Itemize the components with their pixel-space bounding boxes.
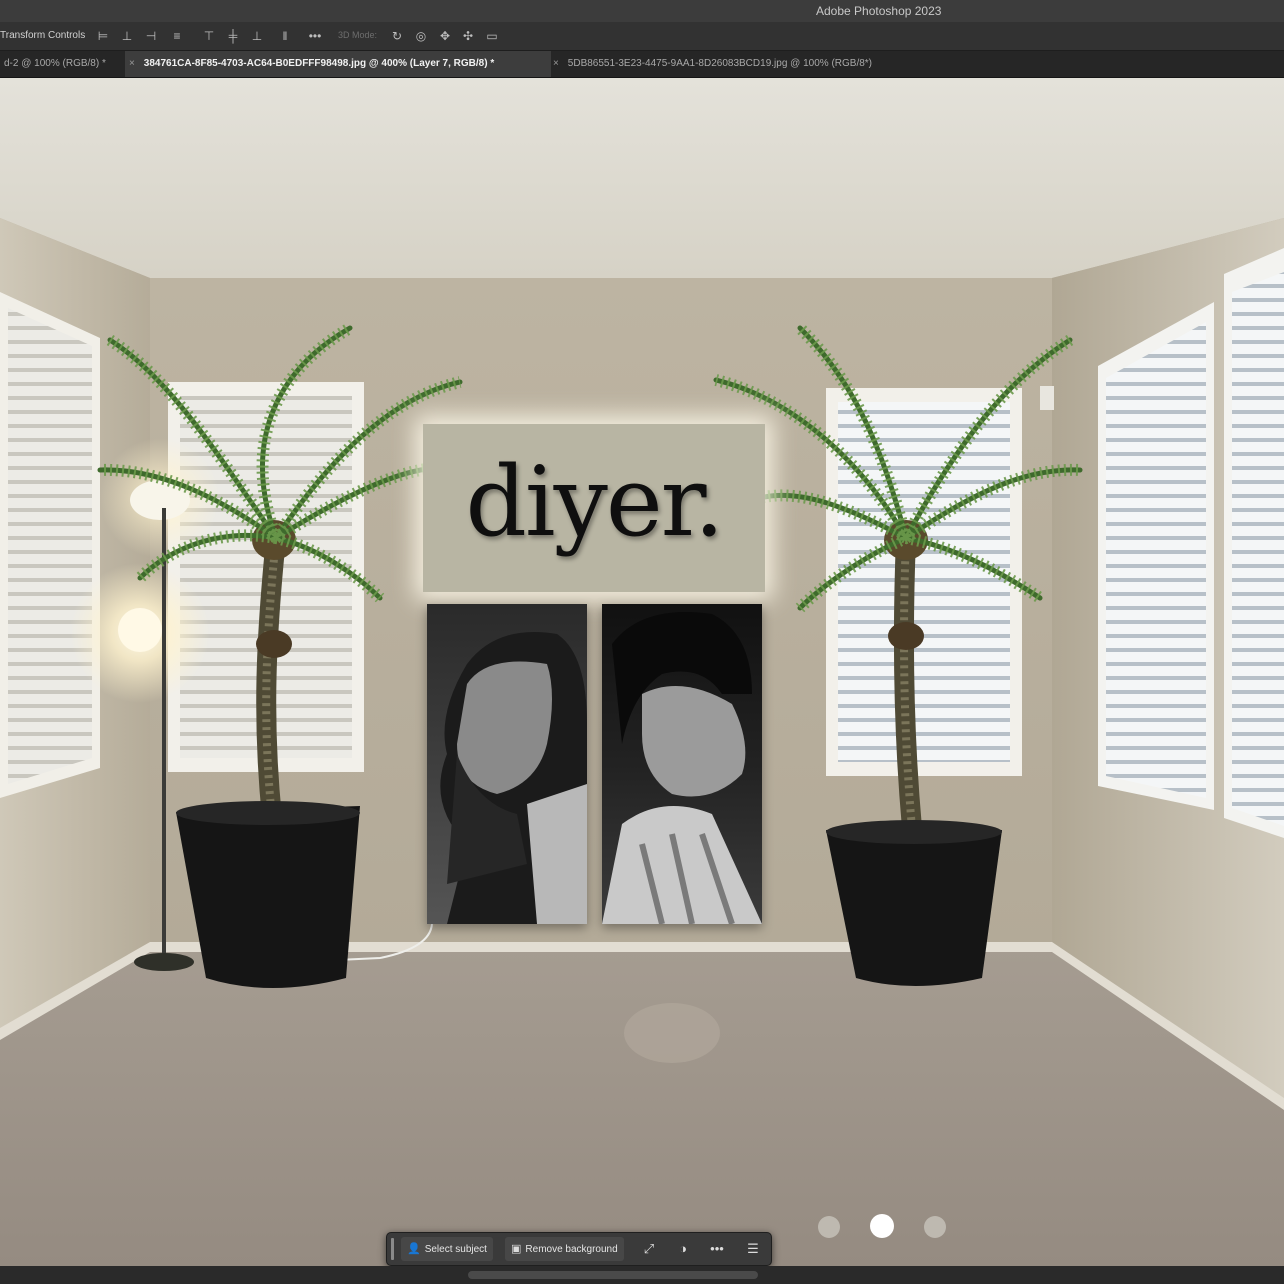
close-icon[interactable]: ×: [553, 51, 565, 77]
distribute-h-icon[interactable]: ≡: [170, 29, 184, 43]
align-bottom-icon[interactable]: ⊥: [250, 29, 264, 43]
select-subject-label: Select subject: [424, 1244, 487, 1255]
tab-label: d-2 @ 100% (RGB/8) *: [4, 58, 106, 69]
close-icon[interactable]: ×: [129, 51, 141, 77]
app-title: Adobe Photoshop 2023: [816, 4, 942, 18]
image-icon: ▣: [511, 1243, 522, 1255]
roll-3d-icon[interactable]: ◎: [414, 29, 428, 43]
align-middle-v-icon[interactable]: ╪: [226, 29, 240, 43]
orbit-3d-icon[interactable]: ↻: [390, 29, 404, 43]
diyer-sign: diyer.: [423, 424, 765, 592]
align-right-icon[interactable]: ⊣: [144, 29, 158, 43]
portrait-photo-left: [427, 604, 587, 924]
scale-3d-icon[interactable]: ▭: [485, 29, 499, 43]
pager-dot-1[interactable]: [818, 1216, 840, 1238]
options-bar: Transform Controls ⊨ ⊥ ⊣ ≡ ⊤ ╪ ⊥ ‖ ••• 3…: [0, 22, 1284, 51]
pager-dot-3[interactable]: [924, 1216, 946, 1238]
tab-label: 5DB86551-3E23-4475-9AA1-8D26083BCD19.jpg…: [567, 58, 872, 69]
document-canvas[interactable]: diyer.: [0, 78, 1284, 1266]
align-center-h-icon[interactable]: ⊥: [120, 29, 134, 43]
contextual-task-bar: 👤 Select subject ▣ Remove background ⤢ ◑ •…: [386, 1232, 772, 1266]
tab-document-1[interactable]: d-2 @ 100% (RGB/8) *: [0, 51, 129, 77]
document-tab-bar: d-2 @ 100% (RGB/8) * × 384761CA-8F85-470…: [0, 51, 1284, 78]
pan-3d-icon[interactable]: ✥: [438, 29, 452, 43]
remove-background-button[interactable]: ▣ Remove background: [505, 1237, 624, 1261]
adjustment-icon[interactable]: ◑: [673, 1239, 693, 1259]
drag-handle[interactable]: [391, 1238, 394, 1260]
slide-3d-icon[interactable]: ✣: [461, 29, 475, 43]
portrait-photo-right: [602, 604, 762, 924]
select-subject-button[interactable]: 👤 Select subject: [401, 1237, 493, 1261]
pager-dot-2-active[interactable]: [870, 1214, 894, 1238]
tab-document-2[interactable]: × 384761CA-8F85-4703-AC64-B0EDFFF98498.j…: [125, 51, 551, 77]
sign-text: diyer.: [465, 446, 724, 558]
align-left-icon[interactable]: ⊨: [96, 29, 110, 43]
transform-icon[interactable]: ⤢: [639, 1239, 659, 1259]
more-icon[interactable]: •••: [308, 29, 322, 43]
more-options-icon[interactable]: •••: [707, 1239, 727, 1259]
settings-icon[interactable]: ☰: [743, 1239, 763, 1259]
person-icon: 👤: [407, 1243, 421, 1255]
transform-controls-checkbox-label[interactable]: Transform Controls: [0, 30, 85, 41]
title-bar: Adobe Photoshop 2023: [0, 0, 1284, 23]
mode-3d-label: 3D Mode:: [338, 30, 378, 40]
remove-background-label: Remove background: [525, 1244, 618, 1255]
align-top-icon[interactable]: ⊤: [202, 29, 216, 43]
tab-label: 384761CA-8F85-4703-AC64-B0EDFFF98498.jpg…: [143, 58, 495, 69]
horizontal-scrollbar[interactable]: [468, 1271, 758, 1279]
distribute-v-icon[interactable]: ‖: [278, 29, 292, 43]
tab-document-3[interactable]: × 5DB86551-3E23-4475-9AA1-8D26083BCD19.j…: [549, 51, 953, 77]
